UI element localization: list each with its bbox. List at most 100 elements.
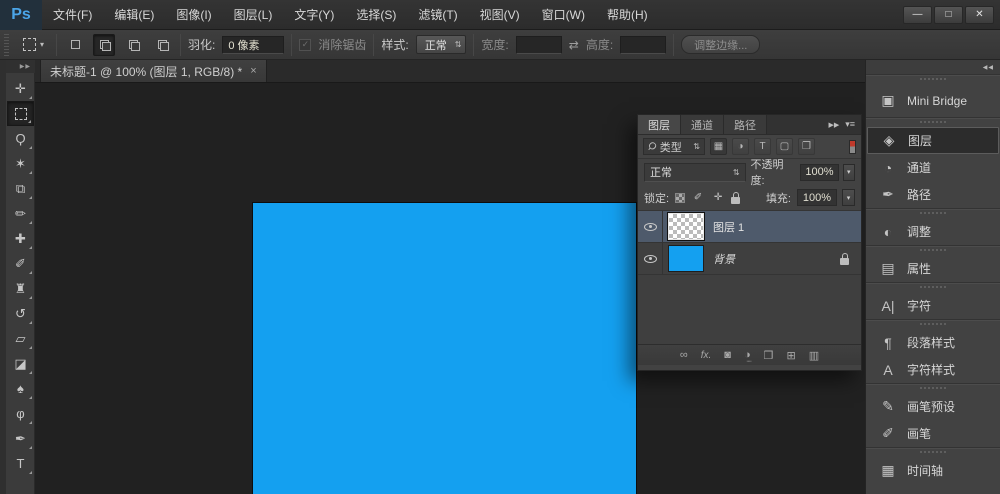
menu-layer[interactable]: 图层(L) [223,0,284,30]
height-input[interactable] [620,36,666,54]
menu-edit[interactable]: 编辑(E) [103,0,165,30]
new-group-icon[interactable]: ❒ [764,349,774,362]
dock-item-character-styles[interactable]: A 字符样式 [867,356,999,383]
menu-select[interactable]: 选择(S) [345,0,407,30]
filter-type-select[interactable]: Ϙ 类型 ⇅ [643,138,705,155]
menu-window[interactable]: 窗口(W) [531,0,596,30]
dock-item-brush-presets[interactable]: ✎ 画笔预设 [867,393,999,420]
delete-layer-icon[interactable]: ▥ [809,349,819,362]
visibility-toggle[interactable] [638,211,663,243]
tab-paths[interactable]: 路径 [724,115,767,134]
dock-item-layers[interactable]: ◈ 图层 [867,127,999,154]
menu-file[interactable]: 文件(F) [42,0,103,30]
refine-edge-button[interactable]: 调整边缘... [681,35,760,54]
close-button[interactable]: ✕ [965,6,994,24]
quick-selection-tool[interactable]: ✶ [7,151,34,176]
blur-tool[interactable]: ♠ [7,376,34,401]
divider [673,34,674,56]
antialias-checkbox[interactable]: ✓ [299,39,311,51]
width-input[interactable] [516,36,562,54]
dodge-tool[interactable]: φ [7,401,34,426]
filter-smart-object-button[interactable]: ❐ [798,138,815,155]
new-selection-button[interactable] [64,34,86,56]
collapse-tools-icon[interactable]: ▶▶ [6,60,35,73]
minimize-button[interactable]: — [903,6,932,24]
filter-adjustment-layers-button[interactable]: ◑ [732,138,749,155]
tool-preset-button[interactable]: ▾ [18,35,49,54]
subtract-from-selection-button[interactable] [122,34,144,56]
gradient-tool[interactable]: ◪ [7,351,34,376]
lock-transparency-icon[interactable] [675,193,685,203]
dock-item-paragraph-styles[interactable]: ¶ 段落样式 [867,329,999,356]
menu-view[interactable]: 视图(V) [469,0,531,30]
feather-input[interactable] [222,36,284,54]
link-layers-icon[interactable]: ∞ [680,349,688,361]
document-tab[interactable]: 未标题-1 @ 100% (图层 1, RGB/8) * × [40,60,267,82]
dock-item-brush[interactable]: ✐ 画笔 [867,420,999,447]
intersect-selection-button[interactable] [151,34,173,56]
options-bar: ▾ 羽化: ✓ 消除锯齿 样式: 正常 ⇅ 宽度: ⇄ 高度: 调整边缘... [0,30,1000,60]
lasso-tool[interactable]: Ϙ [7,126,34,151]
menu-help[interactable]: 帮助(H) [596,0,659,30]
layer-name[interactable]: 背景 [713,251,735,267]
lock-row: 锁定: ✐ ✛ 填充: 100% ▾ [638,185,861,211]
panel-menu-icon[interactable]: ▾≡ [845,119,855,130]
fill-dropdown-icon[interactable]: ▾ [842,189,855,206]
lock-paint-icon[interactable]: ✐ [691,192,705,203]
panel-resize-grip[interactable]: ┉ [747,357,753,366]
clone-stamp-tool[interactable]: ♜ [7,276,34,301]
filter-pixel-layers-button[interactable]: ▦ [710,138,727,155]
eraser-tool[interactable]: ▱ [7,326,34,351]
dock-item-timeline[interactable]: ▦ 时间轴 [867,457,999,484]
tab-channels[interactable]: 通道 [681,115,724,134]
layer-name[interactable]: 图层 1 [713,219,744,235]
dock-item-adjustments[interactable]: ◐ 调整 [867,218,999,245]
lock-position-icon[interactable]: ✛ [711,192,725,203]
layer-thumbnail[interactable] [668,245,704,272]
close-tab-icon[interactable]: × [250,65,256,77]
layer-row-background[interactable]: 背景 [638,243,861,275]
fill-label: 填充: [766,190,791,206]
new-layer-icon[interactable]: ⊞ [786,349,795,362]
opacity-dropdown-icon[interactable]: ▾ [843,164,855,181]
dock-item-mini-bridge[interactable]: ▣ Mini Bridge [867,84,999,117]
dock-item-channels[interactable]: ◔ 通道 [867,154,999,181]
filter-type-layers-button[interactable]: T [754,138,771,155]
dock-item-properties[interactable]: ▤ 属性 [867,255,999,282]
add-to-selection-button[interactable] [93,34,115,56]
menu-image[interactable]: 图像(I) [165,0,222,30]
filter-shape-layers-button[interactable]: ▢ [776,138,793,155]
menu-filter[interactable]: 滤镜(T) [407,0,468,30]
visibility-toggle[interactable] [638,243,663,275]
layer-style-icon[interactable]: fx. [701,350,712,361]
maximize-button[interactable]: □ [934,6,963,24]
pen-tool[interactable]: ✒ [7,426,34,451]
crop-tool[interactable]: ⧉ [7,176,34,201]
layer-thumbnail[interactable] [668,213,704,240]
layer-filter-toggle[interactable] [849,140,856,154]
dock-item-character[interactable]: A| 字符 [867,292,999,319]
collapse-dock-icon[interactable]: ◀◀ [866,60,1000,74]
tab-layers[interactable]: 图层 [638,115,681,134]
history-brush-tool[interactable]: ↺ [7,301,34,326]
lock-all-icon[interactable] [731,197,740,204]
divider [180,34,181,56]
move-tool[interactable]: ✛ [7,76,34,101]
dock-item-paths[interactable]: ✒ 路径 [867,181,999,208]
style-select[interactable]: 正常 ⇅ [416,35,467,54]
fill-value[interactable]: 100% [797,189,837,206]
eyedropper-tool[interactable]: ✏ [7,201,34,226]
type-tool[interactable]: T [7,451,34,476]
canvas[interactable] [253,203,636,494]
swap-dimensions-icon[interactable]: ⇄ [569,38,579,52]
panel-collapse-icon[interactable]: ▶▶ [828,121,839,129]
background-lock-icon [840,258,849,265]
layer-mask-icon[interactable]: ◙ [724,349,731,361]
opacity-value[interactable]: 100% [800,164,838,181]
blend-mode-select[interactable]: 正常 ⇅ [644,163,746,182]
menu-type[interactable]: 文字(Y) [283,0,345,30]
rectangular-marquee-tool[interactable] [7,101,34,126]
layer-row-layer1[interactable]: 图层 1 [638,211,861,243]
healing-brush-tool[interactable]: ✚ [7,226,34,251]
brush-tool[interactable]: ✐ [7,251,34,276]
